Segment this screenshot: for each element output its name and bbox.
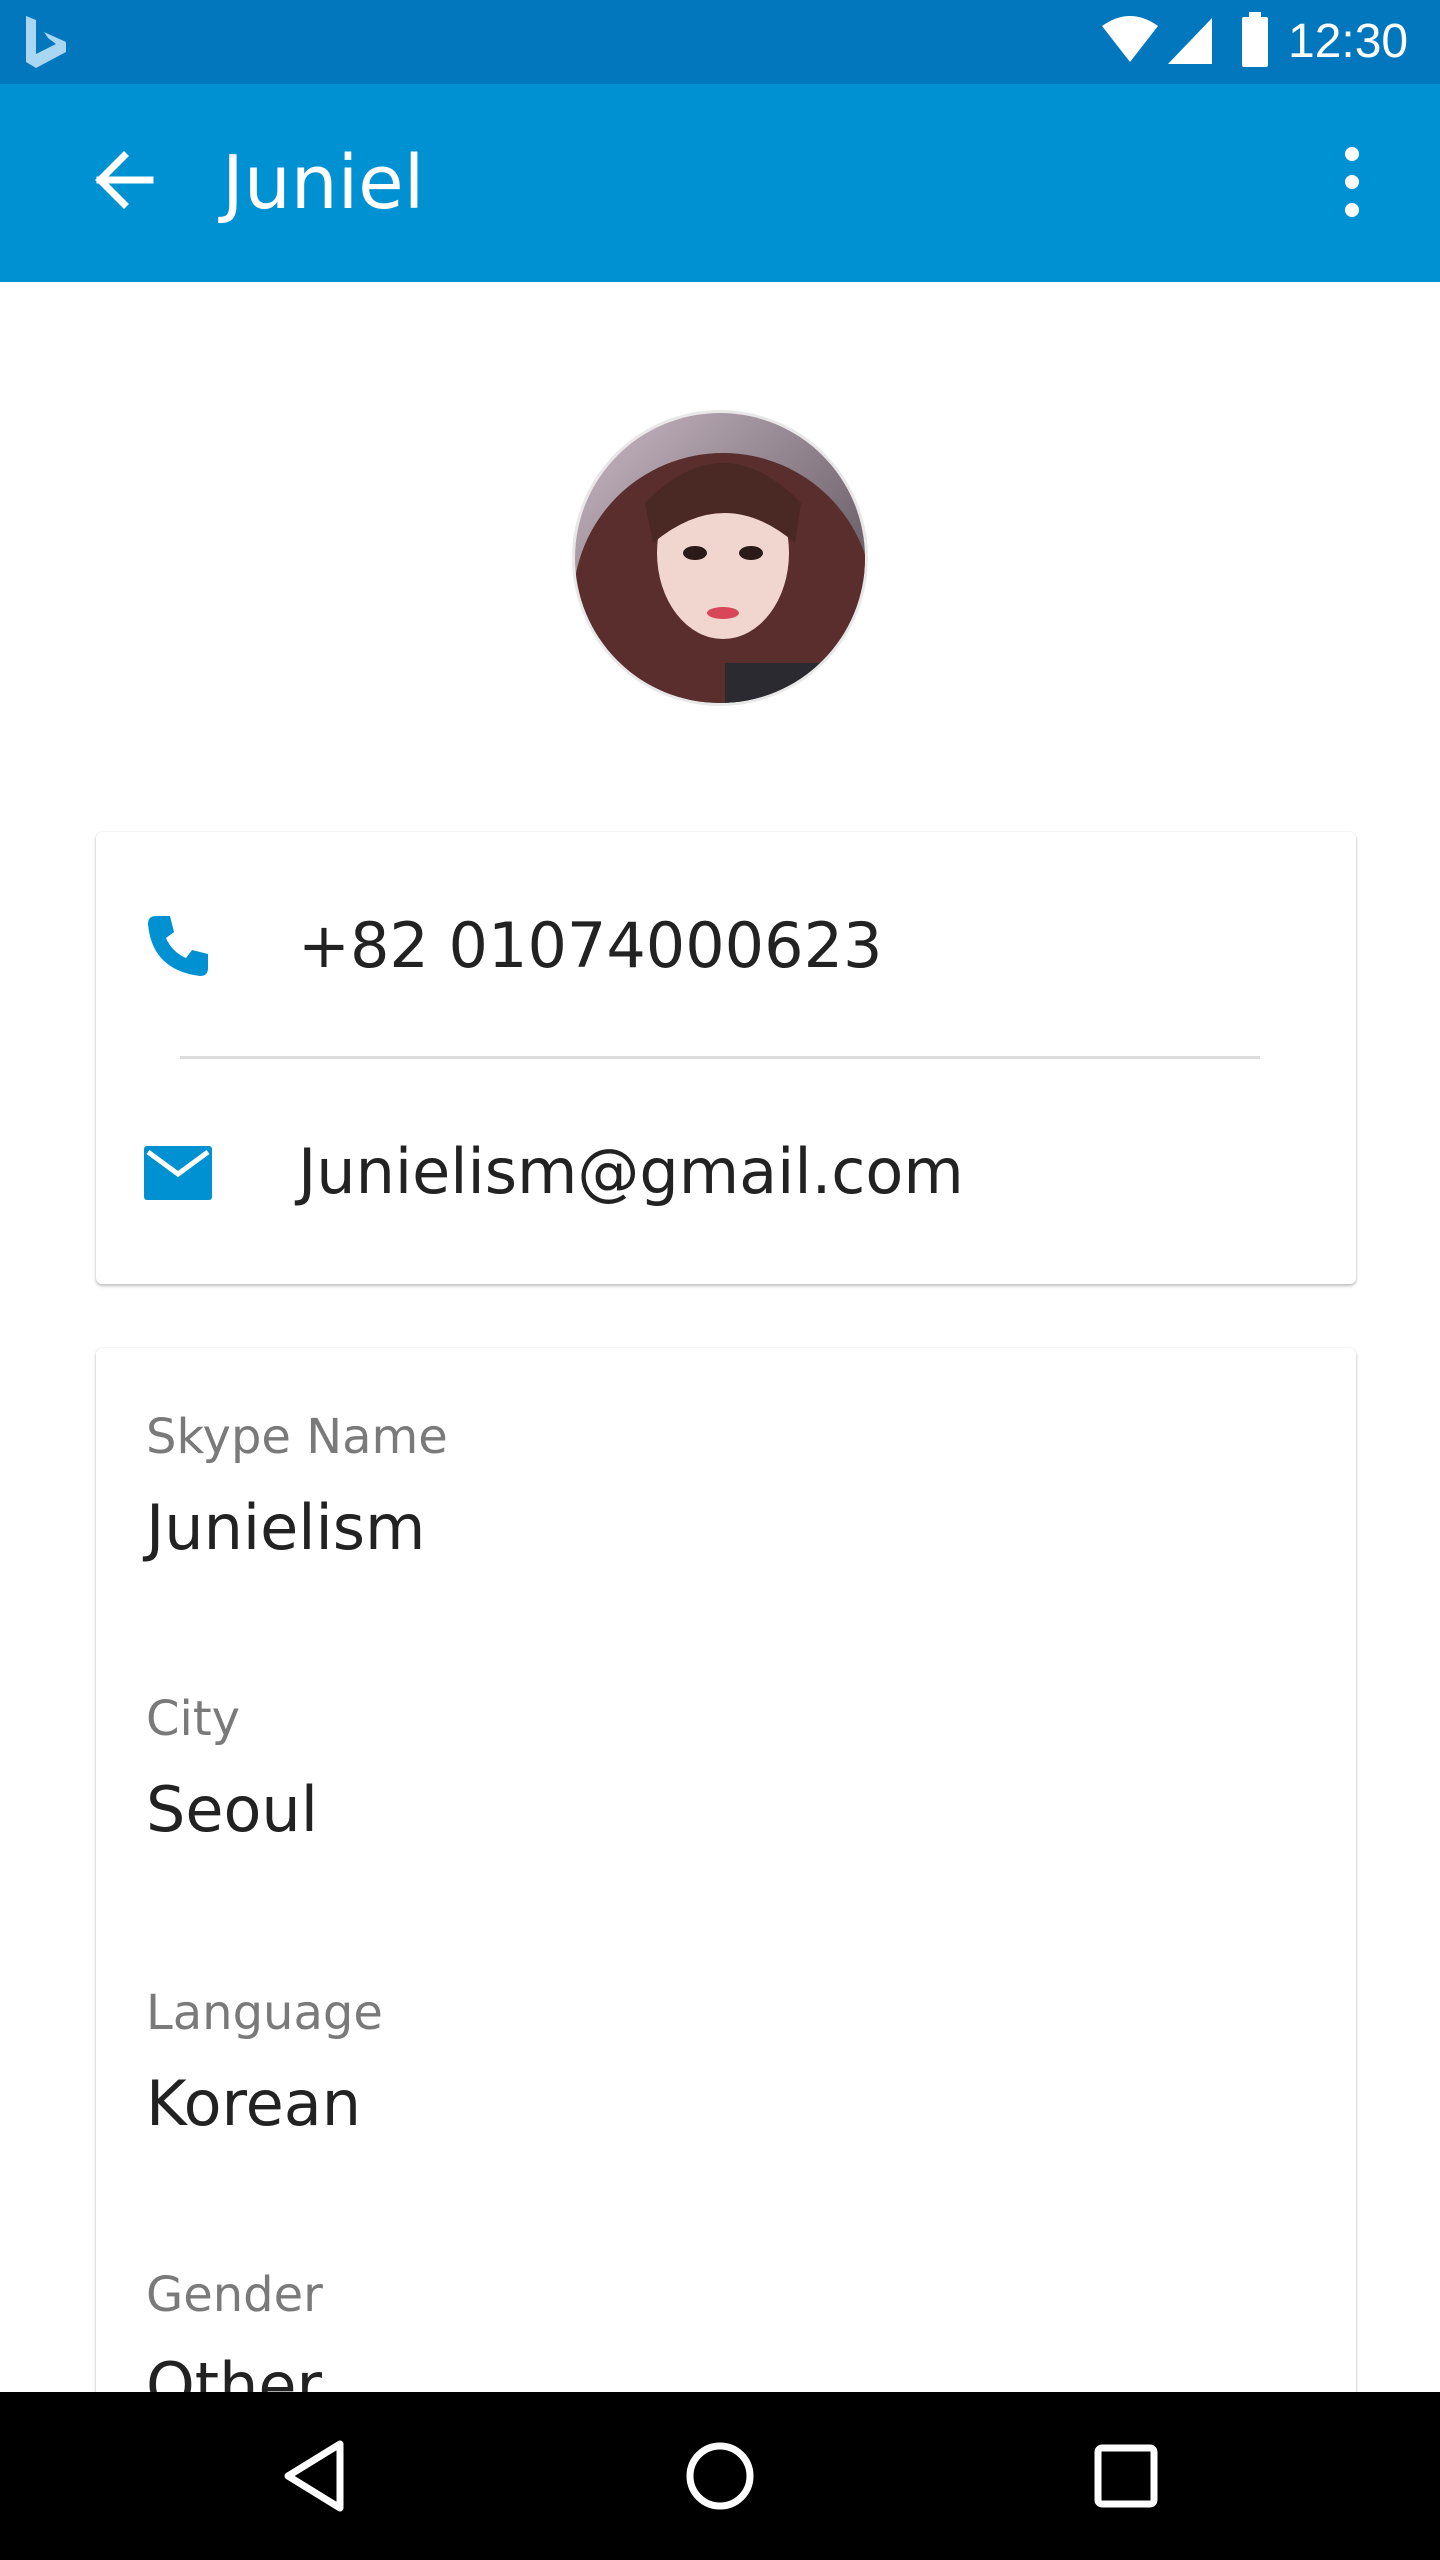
field-label: Language	[146, 1985, 383, 2041]
recents-square-icon[interactable]	[1084, 2434, 1168, 2518]
field-value: Seoul	[146, 1773, 318, 1846]
field-label: City	[146, 1691, 241, 1747]
field-language: Language Korean	[146, 1984, 1306, 2140]
details-card: Skype Name Junielism City Seoul Language…	[96, 1348, 1356, 2508]
more-vert-icon[interactable]	[1322, 142, 1382, 222]
field-label: Gender	[146, 2267, 323, 2323]
back-arrow-icon[interactable]	[88, 144, 160, 216]
field-skype-name: Skype Name Junielism	[146, 1408, 1306, 1564]
contact-card: +82 01074000623 Junielism@gmail.com	[96, 832, 1356, 1284]
status-bar: 12:30	[0, 0, 1440, 84]
signal-icon	[1168, 18, 1212, 64]
field-label: Skype Name	[146, 1409, 448, 1465]
email-icon	[144, 1146, 212, 1200]
email-address: Junielism@gmail.com	[298, 1135, 964, 1208]
field-value: Korean	[146, 2067, 362, 2140]
phone-row[interactable]: +82 01074000623	[96, 832, 1356, 1058]
wifi-icon	[1102, 16, 1158, 62]
email-row[interactable]: Junielism@gmail.com	[96, 1058, 1356, 1284]
system-nav-bar	[0, 2392, 1440, 2560]
battery-icon	[1242, 12, 1268, 67]
bing-icon	[26, 16, 66, 68]
phone-number: +82 01074000623	[298, 909, 883, 982]
home-circle-icon[interactable]	[678, 2434, 762, 2518]
page-title: Juniel	[222, 140, 425, 226]
field-city: City Seoul	[146, 1690, 1306, 1846]
back-triangle-icon[interactable]	[274, 2434, 358, 2518]
phone-icon	[148, 916, 208, 976]
avatar[interactable]	[572, 410, 868, 706]
app-bar: Juniel	[0, 84, 1440, 282]
avatar-photo	[575, 413, 865, 703]
status-time: 12:30	[1288, 15, 1409, 68]
field-value: Junielism	[146, 1491, 426, 1564]
